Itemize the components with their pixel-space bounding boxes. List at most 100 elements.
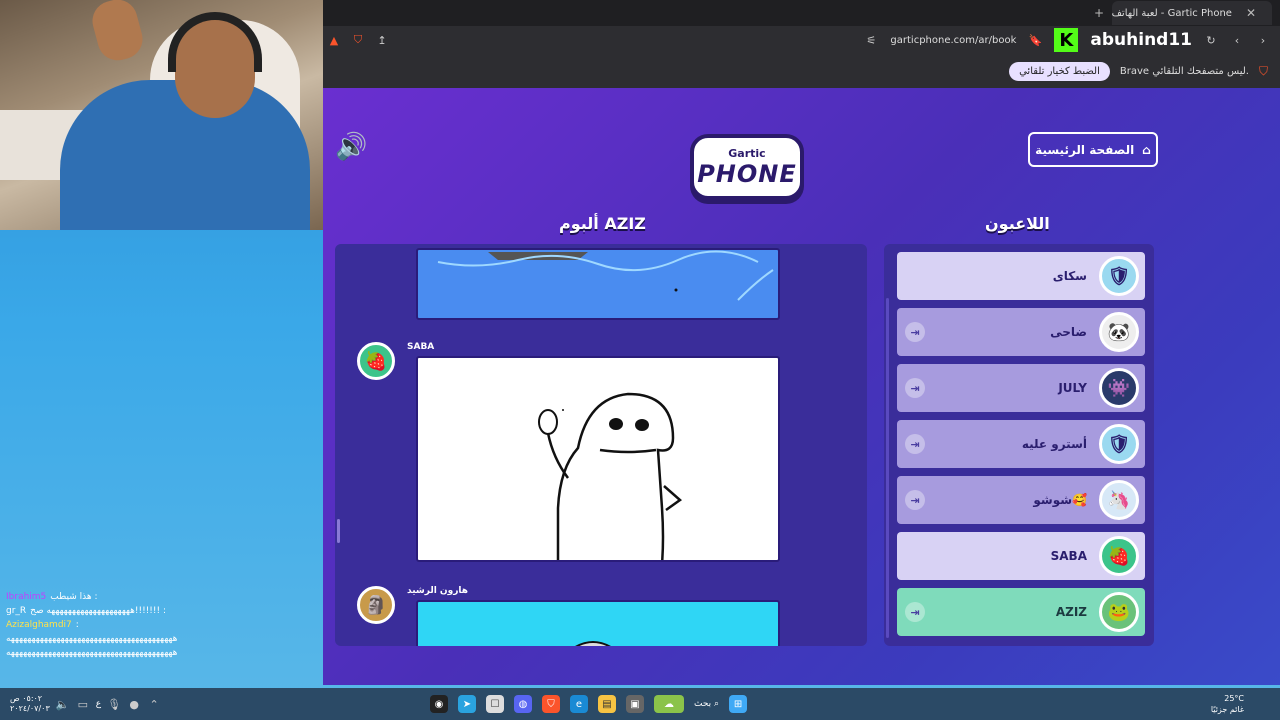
streamer-webcam — [0, 0, 323, 230]
obs-icon[interactable]: ◉ — [430, 695, 448, 713]
players-scrollbar[interactable] — [886, 298, 889, 638]
ghost-sketch — [538, 392, 683, 560]
telegram-icon[interactable]: ➤ — [458, 695, 476, 713]
album-panel[interactable]: 🍓 SABA 🗿 هارون الرشيد — [335, 244, 867, 646]
tray-app-icon[interactable]: ● — [127, 697, 141, 711]
new-tab-icon[interactable]: + — [1094, 6, 1104, 20]
panda-avatar-icon: 🐼 — [1099, 312, 1139, 352]
stream-chat-overlay: : هذا شيطب Ibrahim5 : !!!!!!!ههههههههههه… — [6, 590, 318, 660]
players-title: اللاعبون — [985, 214, 1050, 233]
infobar-text: Brave ليس متصفحك التلقائي. — [1119, 65, 1249, 77]
clock-date: ٢٠٢٤/٠٧/٠٣ — [10, 704, 50, 713]
player-name: SABA — [1050, 549, 1087, 563]
sound-toggle-icon[interactable]: 🔊 — [335, 132, 367, 162]
kick-player-icon[interactable]: ⇥ — [905, 378, 925, 398]
reload-icon[interactable]: ↻ — [1204, 33, 1218, 47]
browser-toolbar: ▲ ⛉ ↥ ⚟ garticphone.com/ar/book 🔖 K abuh… — [323, 26, 1280, 54]
widgets-icon[interactable]: ☁ — [654, 695, 684, 713]
tune-icon[interactable]: ⚟ — [864, 33, 878, 47]
set-default-button[interactable]: الضبط كخيار تلقائي — [1009, 61, 1110, 81]
bookmark-icon[interactable]: 🔖 — [1028, 33, 1043, 47]
player-row: ⇥ ضاحى 🐼 — [897, 308, 1145, 356]
drawing-blue — [416, 600, 780, 646]
water-sketch — [437, 250, 774, 301]
chat-message: : !!!!!!!ههههههههههههههههههههه صح — [30, 606, 167, 616]
active-tab[interactable]: ✕ Gartic Phone - لعبة الهاتف المكسور — [1112, 1, 1272, 25]
player-row-active: ⇥ AZIZ 🐸 — [897, 588, 1145, 636]
player-row: SABA 🍓 — [897, 532, 1145, 580]
player-row: سكاى 🛡 — [897, 252, 1145, 300]
kick-player-icon[interactable]: ⇥ — [905, 490, 925, 510]
chat-message: : هذا شيطب — [50, 592, 98, 602]
brave-rewards-icon[interactable]: ▲ — [327, 33, 341, 47]
author-avatar: 🗿 — [357, 586, 395, 624]
back-icon[interactable]: ‹ — [1230, 33, 1244, 47]
chat-username: Ibrahim5 — [6, 592, 47, 602]
weather-widget[interactable]: 25°C غائم جزئيًا — [1211, 693, 1244, 715]
microphone-icon[interactable]: 🎙 — [107, 697, 121, 711]
edge-icon[interactable]: e — [570, 695, 588, 713]
player-name: JULY — [1058, 381, 1087, 395]
system-clock[interactable]: ٠٥:٠٢ ص ٢٠٢٤/٠٧/٠٣ — [10, 694, 50, 714]
address-bar[interactable]: garticphone.com/ar/book — [890, 35, 1016, 46]
default-browser-infobar: الضبط كخيار تلقائي Brave ليس متصفحك التل… — [323, 54, 1280, 88]
weather-desc: غائم جزئيًا — [1210, 705, 1244, 714]
kick-player-icon[interactable]: ⇥ — [905, 602, 925, 622]
task-view-icon[interactable]: ▣ — [626, 695, 644, 713]
player-name: سكاى — [1052, 269, 1087, 283]
close-tab-icon[interactable]: ✕ — [1246, 6, 1256, 20]
chat-line: هههههههههههههههههههههههههههههههههههههههه… — [6, 646, 318, 660]
search-box[interactable]: بحث ⌕ — [694, 699, 719, 709]
kick-player-icon[interactable]: ⇥ — [905, 322, 925, 342]
logo-bottom-text: PHONE — [697, 159, 797, 188]
weather-temp: 25°C — [1224, 694, 1244, 703]
search-label: بحث — [694, 699, 712, 709]
blue-sketch — [575, 641, 611, 646]
chat-line: : !!!!!!!ههههههههههههههههههههه صح gr_R — [6, 604, 318, 618]
home-button-label: الصفحة الرئيسية — [1035, 142, 1135, 157]
volume-icon[interactable]: 🔈 — [56, 697, 70, 711]
home-button[interactable]: الصفحة الرئيسية ⌂ — [1028, 132, 1158, 167]
drawing-ghost — [416, 356, 780, 562]
gartic-phone-logo: Gartic PHONE — [690, 134, 804, 200]
album-title: ألبوم AZIZ — [559, 214, 646, 233]
show-hidden-icons-icon[interactable]: ⌃ — [147, 697, 161, 711]
forward-icon[interactable]: › — [1256, 33, 1270, 47]
clock-time: ٠٥:٠٢ ص — [10, 694, 43, 703]
monster-avatar-icon: 👾 — [1099, 368, 1139, 408]
home-icon: ⌂ — [1142, 142, 1151, 157]
app-icon[interactable]: ☐ — [486, 695, 504, 713]
chat-username: gr_R — [6, 606, 27, 616]
chat-line: هههههههههههههههههههههههههههههههههههههههه… — [6, 632, 318, 646]
file-explorer-icon[interactable]: ▤ — [598, 695, 616, 713]
network-icon[interactable]: ▭ — [76, 697, 90, 711]
discord-icon[interactable]: ◍ — [514, 695, 532, 713]
chat-message: هههههههههههههههههههههههههههههههههههههههه… — [6, 648, 178, 658]
author-name: SABA — [407, 342, 435, 352]
players-panel[interactable]: سكاى 🛡 ⇥ ضاحى 🐼 ⇥ JULY 👾 ⇥ أسترو عليه 🛡 … — [884, 244, 1154, 646]
author-avatar: 🍓 — [357, 342, 395, 380]
unicorn-avatar-icon: 🦄 — [1099, 480, 1139, 520]
tab-title: Gartic Phone - لعبة الهاتف المكسور — [1112, 7, 1232, 19]
language-indicator[interactable]: ع — [96, 699, 101, 709]
waving-hand — [88, 0, 147, 65]
knight-avatar-icon: 🛡 — [1099, 424, 1139, 464]
brave-shields-icon[interactable]: ⛉ — [351, 33, 365, 47]
player-name: AZIZ — [1055, 605, 1087, 619]
drawing-water — [416, 248, 780, 320]
logo-top-text: Gartic — [728, 146, 766, 160]
album-scrollbar[interactable] — [337, 519, 340, 543]
brave-browser-icon[interactable]: ⛉ — [542, 695, 560, 713]
player-name: ضاحى — [1050, 325, 1087, 339]
windows-taskbar: ٠٥:٠٢ ص ٢٠٢٤/٠٧/٠٣ 🔈 ▭ ع 🎙 ● ⌃ ◉ ➤ ☐ ◍ ⛉… — [0, 688, 1280, 720]
kick-player-icon[interactable]: ⇥ — [905, 434, 925, 454]
strawberry-avatar-icon: 🍓 — [1099, 536, 1139, 576]
share-icon[interactable]: ↥ — [375, 33, 389, 47]
frog-avatar-icon: 🐸 — [1099, 592, 1139, 632]
kick-logo-icon: K — [1054, 28, 1079, 52]
start-icon[interactable]: ⊞ — [729, 695, 748, 713]
player-row: ⇥ أسترو عليه 🛡 — [897, 420, 1145, 468]
author-name: هارون الرشيد — [407, 586, 468, 596]
chat-line: : هذا شيطب Ibrahim5 — [6, 590, 318, 604]
player-row: ⇥ شوشو🥰 🦄 — [897, 476, 1145, 524]
